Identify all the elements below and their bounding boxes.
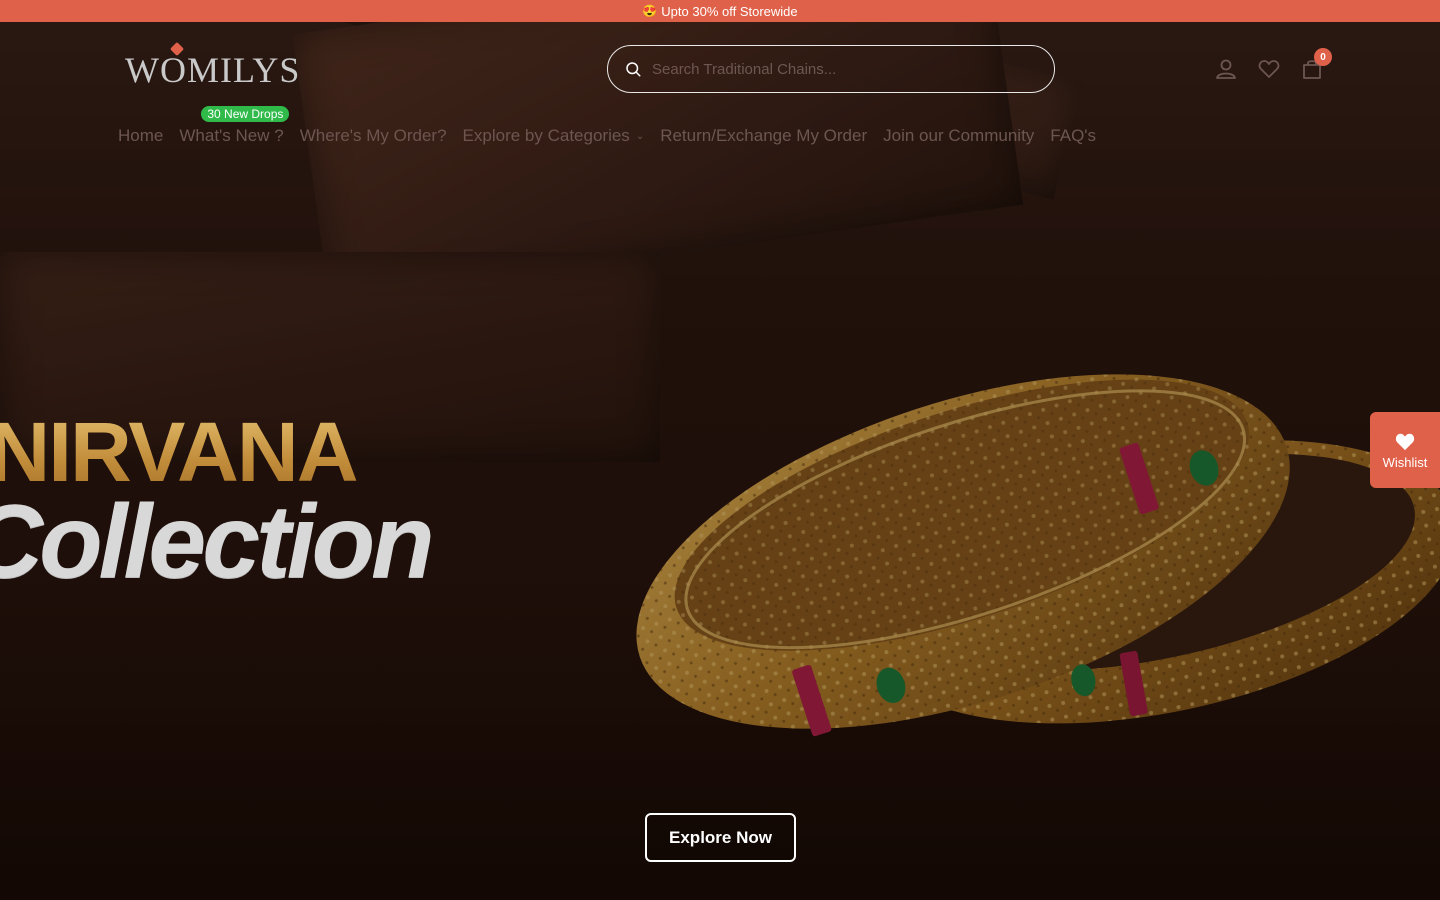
- announcement-text[interactable]: Upto 30% off Storewide: [661, 4, 797, 19]
- hero-title-collection: Collection: [0, 484, 435, 600]
- wishlist-floating-tab[interactable]: Wishlist: [1370, 412, 1440, 488]
- nav-item-return-exchange[interactable]: Return/Exchange My Order: [660, 126, 867, 146]
- main-navigation: Home What's New ? 30 New Drops Where's M…: [118, 106, 1096, 146]
- cart-count-badge: 0: [1314, 48, 1332, 66]
- new-drops-badge: 30 New Drops: [201, 106, 290, 122]
- announcement-bar: 😍 Upto 30% off Storewide: [0, 0, 1440, 22]
- search-icon[interactable]: [624, 60, 642, 78]
- wishlist-header-button[interactable]: [1256, 56, 1282, 82]
- heart-icon: [1258, 60, 1280, 78]
- hero-title-nirvana: NIRVANA: [0, 410, 359, 494]
- site-header: WOMILYS 0 Home: [0, 22, 1440, 172]
- account-button[interactable]: [1213, 56, 1239, 82]
- heart-eyes-emoji-icon: 😍: [642, 4, 658, 18]
- nav-item-explore-categories[interactable]: Explore by Categories ⌄: [463, 126, 645, 146]
- brand-logo-text: WOMILYS: [125, 50, 301, 90]
- search-input[interactable]: [652, 54, 1032, 84]
- nav-item-explore-categories-label: Explore by Categories: [462, 126, 630, 145]
- nav-item-join-community[interactable]: Join our Community: [883, 126, 1034, 146]
- nav-item-whats-new-label: What's New ?: [179, 126, 284, 145]
- heart-filled-icon: [1395, 433, 1415, 450]
- explore-now-button[interactable]: Explore Now: [645, 813, 796, 862]
- chevron-down-icon: ⌄: [635, 130, 645, 142]
- account-icon: [1216, 59, 1236, 79]
- nav-item-whats-new[interactable]: What's New ? 30 New Drops: [179, 106, 290, 146]
- cart-button[interactable]: 0: [1299, 48, 1332, 82]
- header-icons: 0: [1213, 48, 1332, 82]
- nav-item-faqs[interactable]: FAQ's: [1050, 126, 1096, 146]
- brand-logo[interactable]: WOMILYS: [125, 41, 309, 90]
- wishlist-tab-label: Wishlist: [1382, 454, 1428, 470]
- nav-item-home[interactable]: Home: [118, 126, 163, 146]
- search-box[interactable]: [607, 45, 1055, 93]
- nav-item-wheres-my-order[interactable]: Where's My Order?: [300, 126, 447, 146]
